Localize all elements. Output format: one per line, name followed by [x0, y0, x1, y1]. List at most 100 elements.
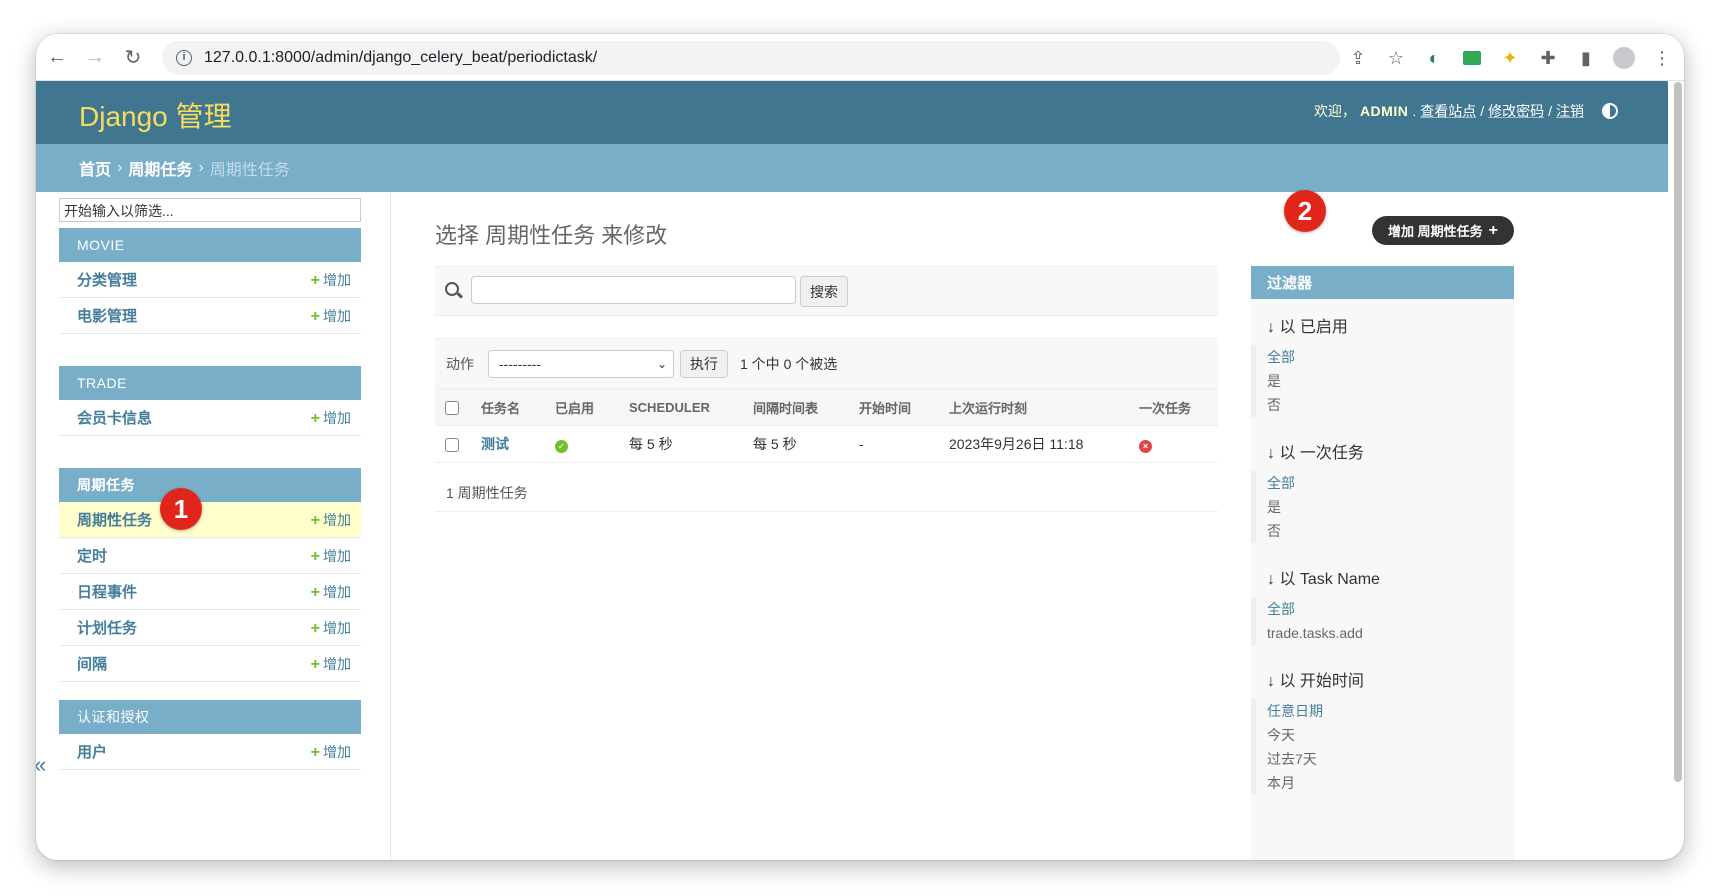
- menu-icon[interactable]: ⋮: [1650, 46, 1674, 70]
- action-select[interactable]: --------- ⌄: [488, 349, 674, 378]
- sidebar-item-solar[interactable]: 日程事件 + 增加: [59, 574, 361, 610]
- filter-option[interactable]: 是: [1267, 369, 1514, 393]
- column-header[interactable]: 间隔时间表: [743, 388, 849, 426]
- filter-title[interactable]: 以 一次任务: [1279, 445, 1363, 462]
- add-link[interactable]: + 增加: [311, 582, 351, 602]
- module-caption[interactable]: TRADE: [59, 366, 361, 400]
- cross-icon: ×: [1139, 439, 1152, 453]
- module-caption[interactable]: 周期任务: [59, 468, 361, 502]
- filter-option[interactable]: 本月: [1267, 771, 1514, 795]
- add-link[interactable]: + 增加: [311, 408, 351, 428]
- profile-icon[interactable]: [1612, 46, 1636, 70]
- sidebar-item-periodic-task[interactable]: 周期性任务 + 增加: [59, 502, 361, 538]
- sidebar-item-label[interactable]: 周期性任务: [77, 509, 152, 530]
- filter-option[interactable]: 过去7天: [1267, 747, 1514, 771]
- address-bar[interactable]: i 127.0.0.1:8000/admin/django_celery_bea…: [162, 41, 1340, 75]
- theme-toggle-icon[interactable]: [1602, 103, 1618, 119]
- column-header[interactable]: 已启用: [545, 388, 619, 426]
- filter-option[interactable]: 否: [1267, 393, 1514, 417]
- filter-option[interactable]: 任意日期: [1267, 699, 1514, 723]
- extension-2-icon[interactable]: [1460, 46, 1484, 70]
- go-button[interactable]: 执行: [680, 349, 728, 378]
- page-title: 选择 周期性任务 来修改: [435, 223, 668, 248]
- filter-option[interactable]: trade.tasks.add: [1267, 621, 1514, 645]
- add-periodic-task-button[interactable]: 增加 周期性任务 +: [1372, 216, 1514, 245]
- sidebar-item-label[interactable]: 会员卡信息: [77, 407, 152, 428]
- puzzle-icon[interactable]: ✚: [1536, 46, 1560, 70]
- browser-toolbar: ← → ↻ i 127.0.0.1:8000/admin/django_cele…: [36, 34, 1684, 81]
- breadcrumb-app[interactable]: 周期任务: [128, 156, 192, 180]
- plus-icon: +: [1488, 221, 1498, 239]
- sidebar-item-category[interactable]: 分类管理 + 增加: [59, 262, 361, 298]
- row-checkbox[interactable]: [445, 438, 459, 453]
- add-link[interactable]: + 增加: [311, 654, 351, 674]
- add-link[interactable]: + 增加: [311, 306, 351, 326]
- filter-group-one-off: ↓ 以 一次任务 全部 是 否: [1251, 439, 1514, 543]
- search-button[interactable]: 搜索: [800, 276, 848, 307]
- star-icon[interactable]: ☆: [1384, 46, 1408, 70]
- sidebar-item-membership-card[interactable]: 会员卡信息 + 增加: [59, 400, 361, 436]
- filter-option[interactable]: 全部: [1267, 597, 1514, 621]
- sidebar-item-interval[interactable]: 间隔 + 增加: [59, 646, 361, 682]
- table-header-row: 任务名 已启用 SCHEDULER 间隔时间表 开始时间 上次运行时刻 一次任务: [435, 388, 1218, 426]
- add-link[interactable]: + 增加: [311, 270, 351, 290]
- column-header[interactable]: 上次运行时刻: [939, 388, 1129, 426]
- filter-title[interactable]: 以 开始时间: [1279, 673, 1363, 690]
- filter-option[interactable]: 全部: [1267, 471, 1514, 495]
- view-site-link[interactable]: 查看站点: [1420, 101, 1476, 121]
- filter-option[interactable]: 今天: [1267, 723, 1514, 747]
- module-caption[interactable]: MOVIE: [59, 228, 361, 262]
- sidepanel-icon[interactable]: ▮: [1574, 46, 1598, 70]
- sidebar-item-label[interactable]: 电影管理: [77, 305, 137, 326]
- filter-title[interactable]: 以 Task Name: [1279, 571, 1379, 588]
- annotation-badge-2: 2: [1284, 190, 1326, 232]
- site-header: Django 管理 欢迎， ADMIN. 查看站点 / 修改密码 / 注销: [36, 81, 1668, 144]
- extension-3-icon[interactable]: ✦: [1498, 46, 1522, 70]
- logout-link[interactable]: 注销: [1556, 101, 1584, 121]
- filter-option[interactable]: 否: [1267, 519, 1514, 543]
- plus-icon: +: [310, 583, 320, 601]
- add-link[interactable]: + 增加: [311, 510, 351, 530]
- back-icon[interactable]: ←: [38, 38, 76, 76]
- column-header[interactable]: 开始时间: [849, 388, 939, 426]
- sidebar-item-user[interactable]: 用户 + 增加: [59, 734, 361, 770]
- sidebar-item-movie[interactable]: 电影管理 + 增加: [59, 298, 361, 334]
- sidebar-item-label[interactable]: 分类管理: [77, 269, 137, 290]
- module-caption[interactable]: 认证和授权: [59, 700, 361, 734]
- sidebar-item-label[interactable]: 间隔: [77, 653, 107, 674]
- column-header[interactable]: SCHEDULER: [619, 388, 743, 426]
- column-header[interactable]: 任务名: [471, 388, 545, 426]
- scrollbar[interactable]: [1674, 82, 1682, 782]
- url-text: 127.0.0.1:8000/admin/django_celery_beat/…: [204, 49, 598, 66]
- task-name-link[interactable]: 测试: [481, 436, 509, 452]
- sidebar-item-clocked[interactable]: 定时 + 增加: [59, 538, 361, 574]
- action-counter: 1 个中 0 个被选: [740, 355, 838, 372]
- select-all-checkbox[interactable]: [445, 400, 459, 415]
- sidebar-item-label[interactable]: 日程事件: [77, 581, 137, 602]
- breadcrumb-current: 周期性任务: [209, 162, 290, 179]
- column-header[interactable]: 一次任务: [1129, 388, 1218, 426]
- sidebar-item-crontab[interactable]: 计划任务 + 增加: [59, 610, 361, 646]
- sidebar-item-label[interactable]: 计划任务: [77, 617, 137, 638]
- info-icon[interactable]: i: [176, 50, 192, 66]
- sidebar-item-label[interactable]: 用户: [77, 741, 107, 762]
- reload-icon[interactable]: ↻: [114, 38, 152, 76]
- change-password-link[interactable]: 修改密码: [1488, 101, 1544, 121]
- breadcrumb: 首页 › 周期任务 › 周期性任务: [36, 144, 1668, 192]
- breadcrumb-home[interactable]: 首页: [79, 156, 111, 180]
- nav-filter-input[interactable]: 开始输入以筛选...: [59, 198, 361, 222]
- sidebar-item-label[interactable]: 定时: [77, 545, 107, 566]
- add-link[interactable]: + 增加: [311, 742, 351, 762]
- add-link[interactable]: + 增加: [311, 618, 351, 638]
- site-branding[interactable]: Django 管理: [79, 95, 232, 135]
- filter-option[interactable]: 全部: [1267, 345, 1514, 369]
- search-input[interactable]: [471, 276, 796, 304]
- plus-icon: +: [310, 547, 320, 565]
- filter-option[interactable]: 是: [1267, 495, 1514, 519]
- extension-1-icon[interactable]: ◐: [1422, 46, 1446, 70]
- share-icon[interactable]: ⇪: [1346, 46, 1370, 70]
- collapse-sidebar-icon[interactable]: «: [36, 752, 46, 778]
- add-link[interactable]: + 增加: [311, 546, 351, 566]
- forward-icon[interactable]: →: [76, 38, 114, 76]
- filter-title[interactable]: 以 已启用: [1279, 319, 1347, 336]
